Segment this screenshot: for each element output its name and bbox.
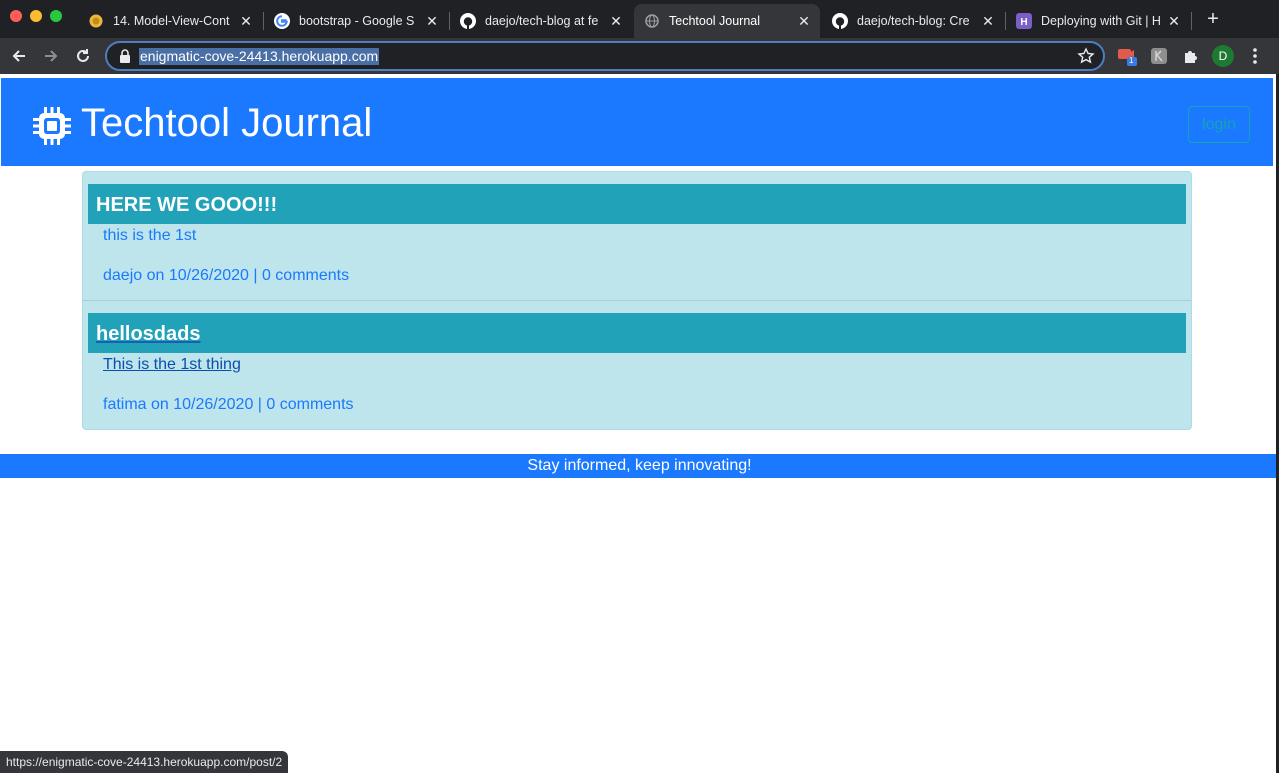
- new-tab-button[interactable]: +: [1202, 9, 1224, 31]
- status-bar-url: https://enigmatic-cove-24413.herokuapp.c…: [0, 751, 289, 773]
- tab-title: daejo/tech-blog: Cre: [857, 14, 970, 28]
- close-tab-icon[interactable]: ✕: [608, 13, 624, 29]
- browser-tab[interactable]: daejo/tech-blog at fe ✕: [450, 4, 632, 38]
- site-brand-title[interactable]: Techtool Journal: [81, 99, 372, 147]
- browser-tab[interactable]: 14. Model-View-Cont ✕: [78, 4, 262, 38]
- browser-tab[interactable]: bootstrap - Google S ✕: [264, 4, 448, 38]
- close-tab-icon[interactable]: ✕: [796, 13, 812, 29]
- tab-title: bootstrap - Google S: [299, 14, 415, 28]
- browser-tab[interactable]: daejo/tech-blog: Cre ✕: [822, 4, 1004, 38]
- more-menu-icon[interactable]: [1243, 44, 1267, 68]
- tab-separator: [1191, 12, 1192, 30]
- heroku-icon: H: [1016, 13, 1032, 29]
- profile-avatar[interactable]: D: [1211, 44, 1235, 68]
- post-title[interactable]: hellosdads: [96, 322, 200, 346]
- profile-initial: D: [1212, 45, 1234, 67]
- reload-icon[interactable]: [71, 44, 95, 68]
- post-body[interactable]: This is the 1st thing: [103, 355, 241, 375]
- browser-tab-active[interactable]: Techtool Journal ✕: [634, 4, 820, 38]
- lemon-icon: [88, 13, 104, 29]
- back-icon[interactable]: [7, 44, 31, 68]
- tab-title: Techtool Journal: [669, 14, 761, 28]
- address-url-text[interactable]: enigmatic-cove-24413.herokuapp.com: [139, 48, 380, 65]
- site-footer: Stay informed, keep innovating!: [0, 454, 1279, 478]
- site-header: Techtool Journal login: [1, 78, 1273, 166]
- minimize-window-button[interactable]: [30, 10, 42, 22]
- github-icon: [460, 13, 476, 29]
- globe-icon: [644, 13, 660, 29]
- post-title-bar: HERE WE GOOO!!!: [88, 184, 1186, 224]
- bookmark-star-icon[interactable]: [1077, 47, 1095, 70]
- browser-toolbar: enigmatic-cove-24413.herokuapp.com 1 D: [0, 38, 1279, 74]
- tab-title: Deploying with Git | H: [1041, 14, 1160, 28]
- login-button[interactable]: login: [1188, 106, 1250, 143]
- post-card[interactable]: HERE WE GOOO!!! this is the 1st daejo on…: [83, 172, 1191, 300]
- lock-icon[interactable]: [119, 49, 131, 68]
- post-title-bar: hellosdads: [88, 313, 1186, 353]
- tab-title: daejo/tech-blog at fe: [485, 14, 599, 28]
- close-tab-icon[interactable]: ✕: [238, 13, 254, 29]
- browser-tab-strip: 14. Model-View-Cont ✕ bootstrap - Google…: [0, 0, 1279, 38]
- post-body[interactable]: this is the 1st: [103, 226, 196, 246]
- maximize-window-button[interactable]: [50, 10, 62, 22]
- google-icon: [274, 13, 290, 29]
- close-tab-icon[interactable]: ✕: [980, 13, 996, 29]
- close-window-button[interactable]: [10, 10, 22, 22]
- puzzle-extensions-icon[interactable]: [1179, 44, 1203, 68]
- close-tab-icon[interactable]: ✕: [1166, 13, 1182, 29]
- web-page: Techtool Journal login HERE WE GOOO!!! t…: [0, 74, 1279, 773]
- microchip-icon: [32, 106, 72, 146]
- extension-badge: 1: [1129, 56, 1134, 65]
- svg-text:H: H: [1020, 17, 1027, 28]
- forward-icon[interactable]: [39, 44, 63, 68]
- post-title[interactable]: HERE WE GOOO!!!: [96, 193, 277, 217]
- close-tab-icon[interactable]: ✕: [424, 13, 440, 29]
- github-icon: [832, 13, 848, 29]
- tab-title: 14. Model-View-Cont: [113, 14, 230, 28]
- post-list: HERE WE GOOO!!! this is the 1st daejo on…: [82, 171, 1192, 430]
- extension-gray-icon[interactable]: [1147, 44, 1171, 68]
- post-card[interactable]: hellosdads This is the 1st thing fatima …: [83, 301, 1191, 429]
- post-meta[interactable]: daejo on 10/26/2020 | 0 comments: [103, 266, 349, 286]
- extension-icon[interactable]: 1: [1115, 44, 1139, 68]
- browser-tab[interactable]: H Deploying with Git | H ✕: [1006, 4, 1190, 38]
- address-bar[interactable]: enigmatic-cove-24413.herokuapp.com: [105, 41, 1105, 71]
- post-meta[interactable]: fatima on 10/26/2020 | 0 comments: [103, 395, 354, 415]
